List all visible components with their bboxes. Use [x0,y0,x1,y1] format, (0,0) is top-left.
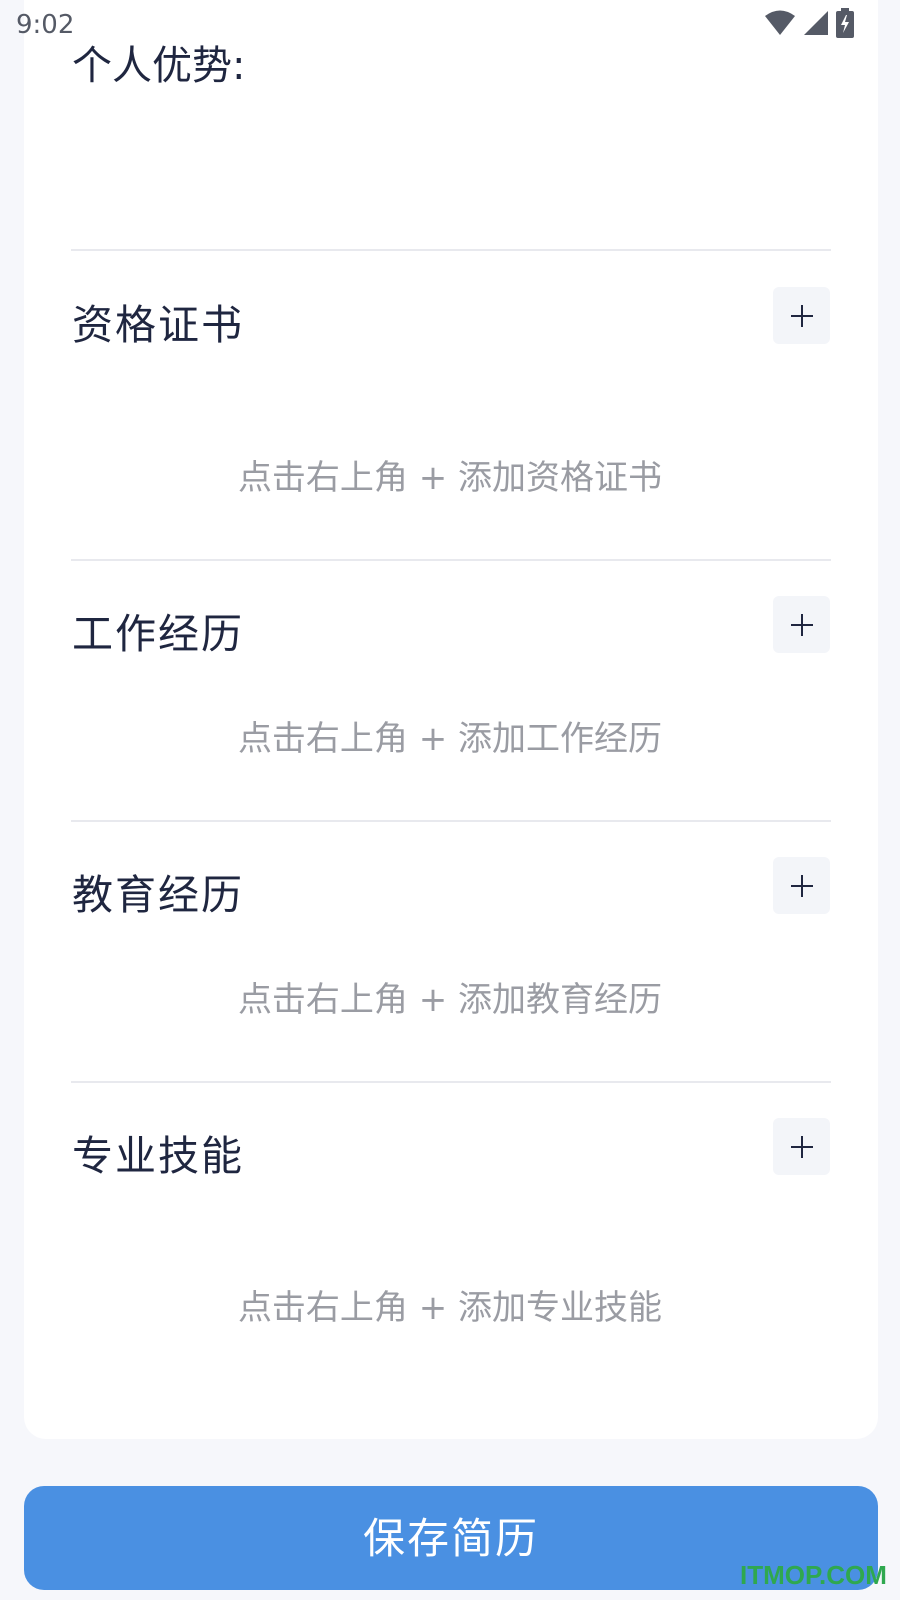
plus-icon [790,874,813,897]
add-certificate-button[interactable] [773,287,830,344]
status-time: 9:02 [16,10,75,40]
watermark: ITMOP.COM [740,1560,887,1590]
plus-icon [790,304,813,327]
divider [71,1081,831,1083]
status-bar: 9:02 [0,0,900,50]
status-icons [764,8,854,38]
section-title-education: 教育经历 [72,871,244,919]
signal-icon [804,11,828,35]
section-title-certificates: 资格证书 [72,301,244,349]
divider [71,820,831,822]
certificates-empty-hint: 点击右上角 + 添加资格证书 [237,458,663,498]
add-skill-button[interactable] [773,1118,830,1175]
wifi-icon [765,10,795,35]
section-title-skills: 专业技能 [72,1132,244,1180]
education-empty-hint: 点击右上角 + 添加教育经历 [237,980,663,1020]
battery-charging-icon [836,8,854,38]
divider [71,559,831,561]
skills-empty-hint: 点击右上角 + 添加专业技能 [237,1288,663,1328]
section-title-work-experience: 工作经历 [72,610,244,658]
plus-icon [790,613,813,636]
work-experience-empty-hint: 点击右上角 + 添加工作经历 [237,719,663,759]
add-work-experience-button[interactable] [773,596,830,653]
plus-icon [790,1135,813,1158]
add-education-button[interactable] [773,857,830,914]
divider [71,249,831,251]
